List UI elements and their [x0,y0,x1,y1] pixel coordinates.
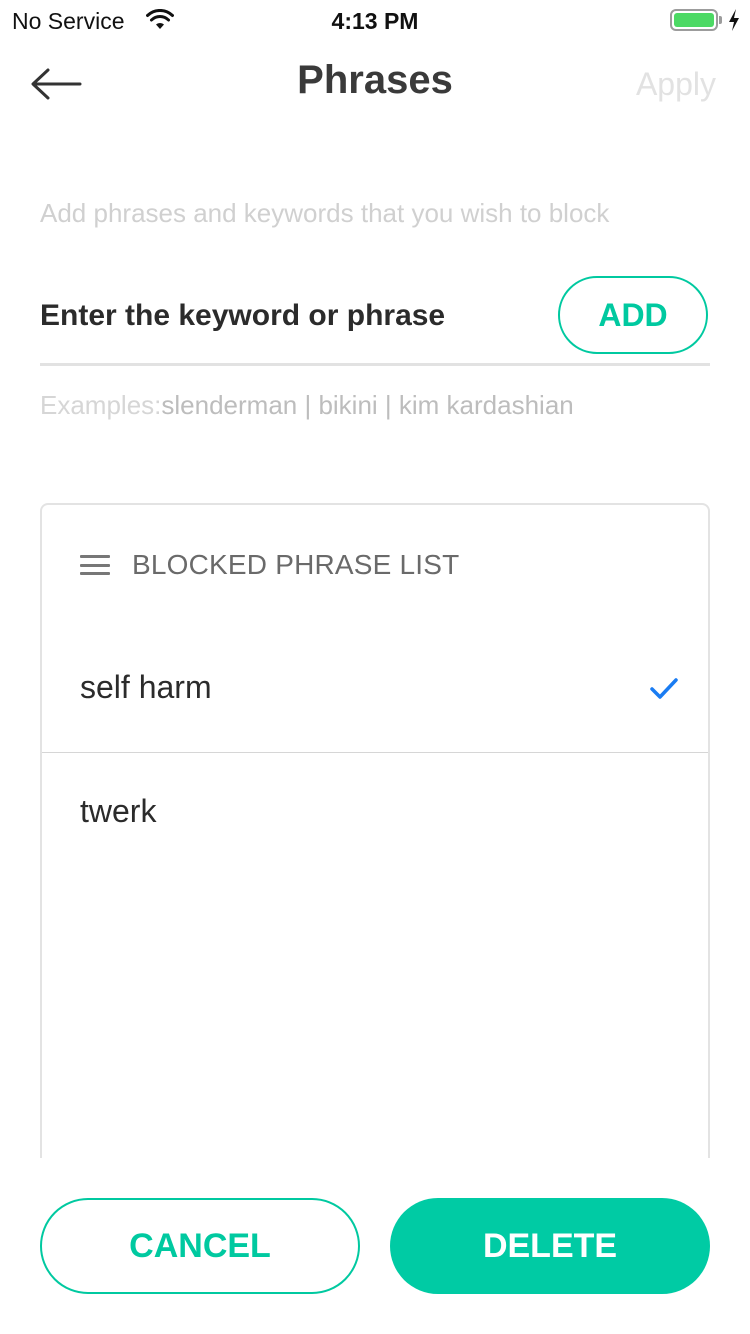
delete-button[interactable]: DELETE [390,1198,710,1294]
battery-icon [670,9,718,31]
list-header: BLOCKED PHRASE LIST [80,545,459,585]
input-underline [40,363,710,366]
list-item[interactable]: self harm [42,629,708,753]
phrase-text: self harm [80,669,212,705]
list-title: BLOCKED PHRASE LIST [132,549,460,580]
cancel-button[interactable]: CANCEL [40,1198,360,1294]
bottom-action-bar: CANCEL DELETE [0,1158,750,1334]
clock: 4:13 PM [331,8,419,34]
phrase-text: twerk [80,793,157,829]
menu-icon [80,555,110,575]
checkmark-icon [650,678,678,699]
battery-nub [719,16,722,24]
status-bar: No Service 4:13 PM [0,0,750,40]
lightning-bolt-icon [729,9,739,31]
examples-text: Examples:slenderman | bikini | kim karda… [40,390,574,421]
examples-label: Examples: [40,390,162,420]
apply-button[interactable]: Apply [636,66,716,103]
add-button[interactable]: ADD [558,276,708,354]
intro-hint: Add phrases and keywords that you wish t… [40,198,610,228]
keyword-input[interactable] [40,293,540,339]
battery-level [674,13,714,27]
examples-values: slenderman | bikini | kim kardashian [161,390,574,420]
blocked-phrase-list: BLOCKED PHRASE LIST self harm twerk [40,503,710,1203]
list-item[interactable]: twerk [42,753,708,877]
